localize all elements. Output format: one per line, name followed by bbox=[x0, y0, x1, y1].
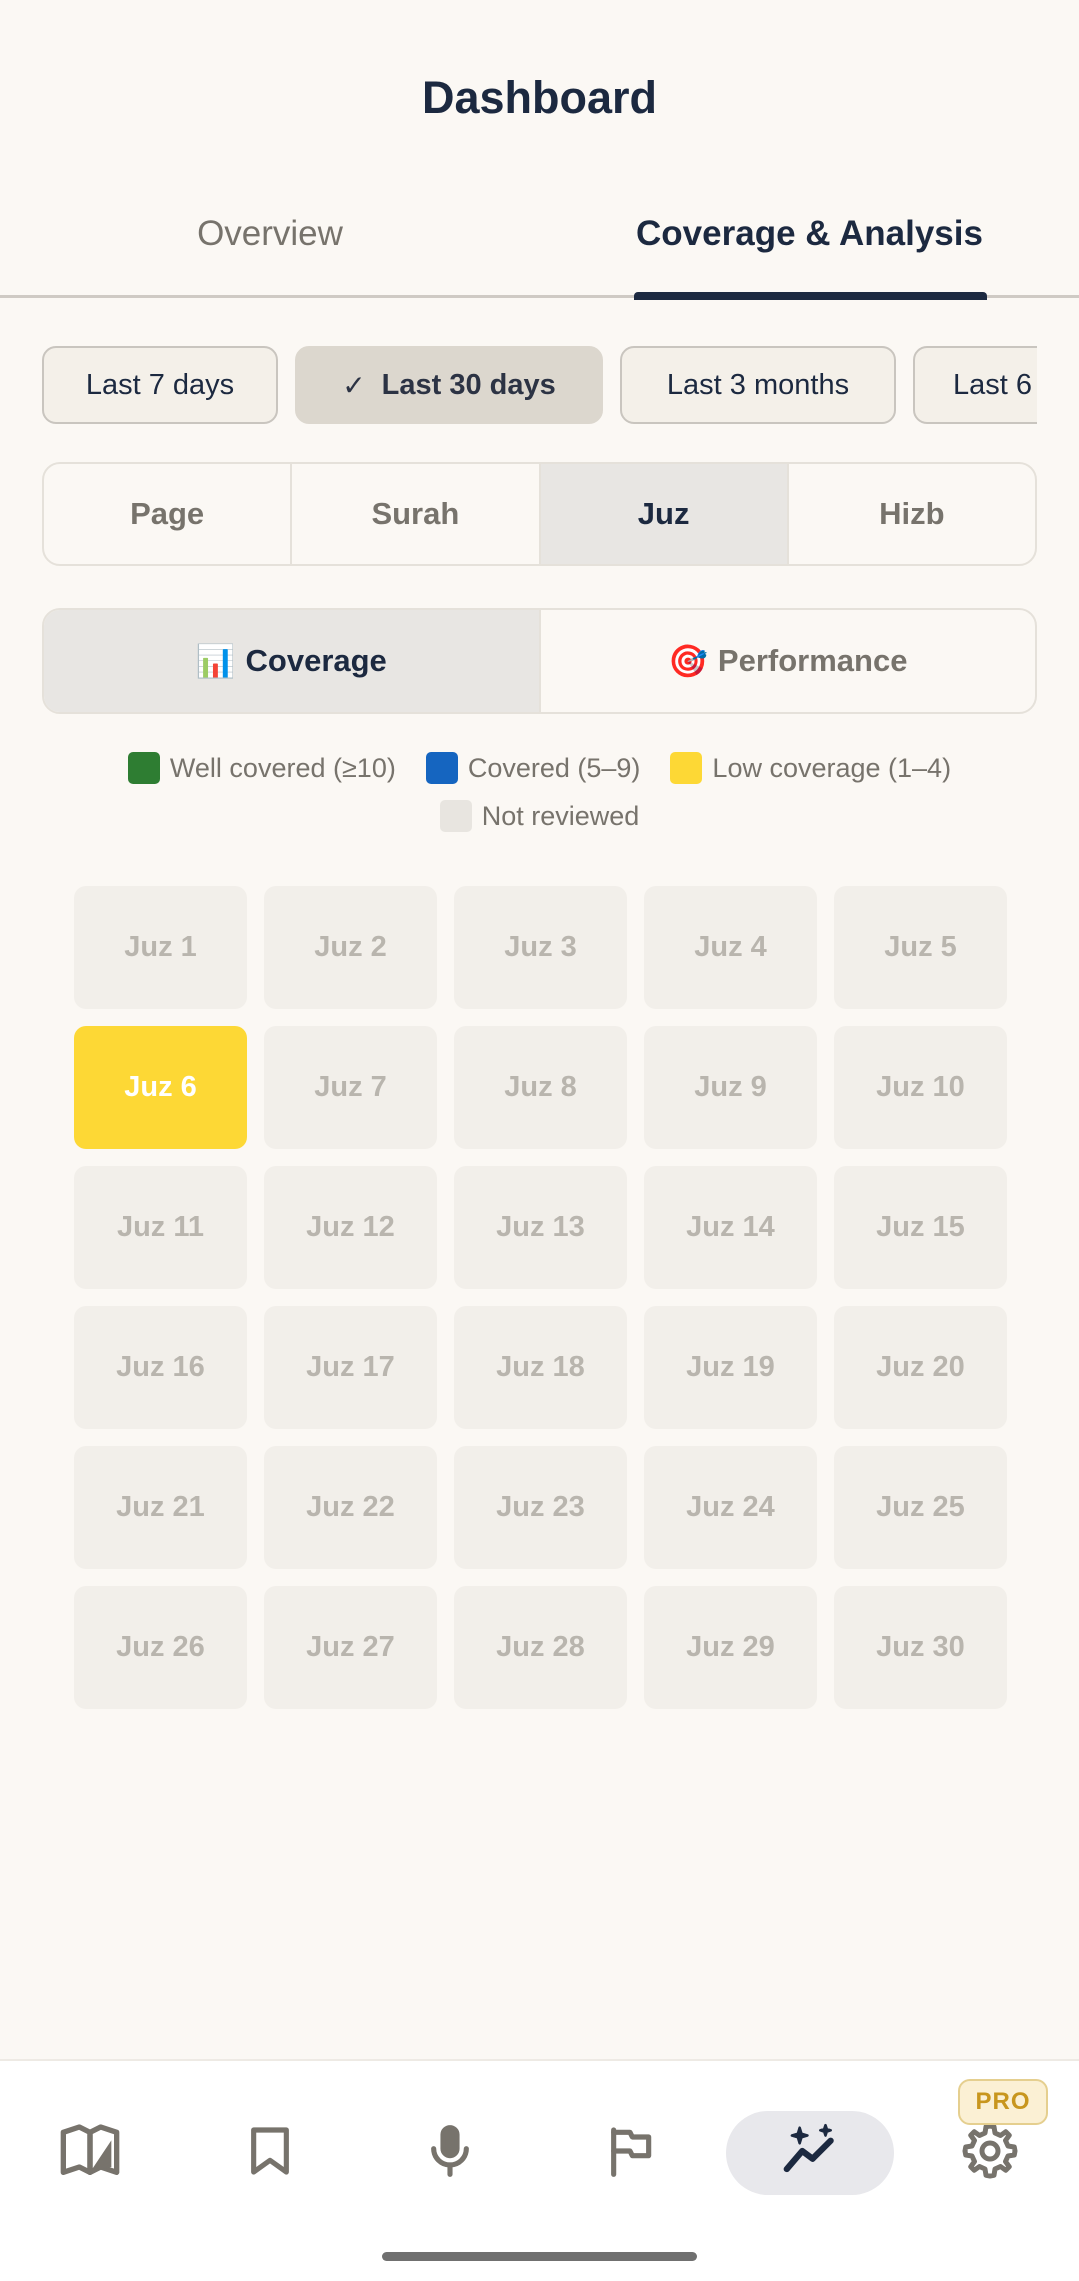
pro-badge: PRO bbox=[958, 2079, 1048, 2125]
unit-juz[interactable]: Juz bbox=[540, 464, 789, 564]
flag-icon bbox=[611, 2127, 652, 2177]
bookmark-icon bbox=[251, 2127, 289, 2175]
nav-read[interactable] bbox=[50, 2111, 130, 2191]
juz-cell[interactable]: Juz 17 bbox=[264, 1306, 437, 1429]
juz-cell[interactable]: Juz 29 bbox=[644, 1586, 817, 1709]
tab-overview[interactable]: Overview bbox=[0, 198, 540, 295]
juz-cell[interactable]: Juz 16 bbox=[74, 1306, 247, 1429]
legend-label: Covered (5–9) bbox=[467, 752, 641, 783]
legend-swatch-blue bbox=[425, 752, 458, 784]
period-chip-7-days[interactable]: Last 7 days bbox=[42, 346, 278, 424]
tab-coverage-analysis[interactable]: Coverage & Analysis bbox=[540, 198, 1079, 295]
juz-cell[interactable]: Juz 30 bbox=[834, 1586, 1007, 1709]
home-indicator bbox=[382, 2252, 697, 2261]
analytics-icon bbox=[783, 2123, 834, 2173]
juz-cell[interactable]: Juz 15 bbox=[834, 1166, 1007, 1289]
view-selector: 📊 Coverage 🎯 Performance bbox=[42, 608, 1037, 714]
legend-label: Low coverage (1–4) bbox=[712, 752, 952, 783]
juz-cell[interactable]: Juz 22 bbox=[264, 1446, 437, 1569]
view-coverage-label: Coverage bbox=[245, 643, 387, 678]
bottom-nav: PRO bbox=[0, 2059, 1079, 2281]
active-tab-indicator bbox=[634, 292, 987, 300]
juz-cell[interactable]: Juz 19 bbox=[644, 1306, 817, 1429]
juz-cell[interactable]: Juz 1 bbox=[74, 886, 247, 1009]
legend-covered: Covered (5–9) bbox=[425, 752, 641, 784]
juz-cell[interactable]: Juz 20 bbox=[834, 1306, 1007, 1429]
view-performance-label: Performance bbox=[717, 643, 908, 678]
juz-grid: Juz 1 Juz 2 Juz 3 Juz 4 Juz 5 Juz 6 Juz 7 Juz 8… bbox=[74, 886, 1007, 1709]
unit-selector: Page Surah Juz Hizb bbox=[42, 462, 1037, 566]
juz-cell[interactable]: Juz 27 bbox=[264, 1586, 437, 1709]
view-coverage[interactable]: 📊 Coverage bbox=[44, 610, 541, 712]
legend-low-coverage: Low coverage (1–4) bbox=[670, 752, 951, 784]
nav-bookmarks[interactable] bbox=[230, 2111, 310, 2191]
juz-cell[interactable]: Juz 3 bbox=[454, 886, 627, 1009]
book-icon bbox=[60, 2124, 120, 2175]
period-chip-label: Last 6 bbox=[953, 368, 1032, 401]
juz-cell[interactable]: Juz 8 bbox=[454, 1026, 627, 1149]
legend-label: Well covered (≥10) bbox=[169, 752, 396, 783]
period-chip-3-months[interactable]: Last 3 months bbox=[620, 346, 896, 424]
unit-page[interactable]: Page bbox=[44, 464, 293, 564]
gear-icon bbox=[962, 2123, 1018, 2179]
juz-cell[interactable]: Juz 24 bbox=[644, 1446, 817, 1569]
nav-goals[interactable] bbox=[590, 2111, 670, 2191]
juz-cell[interactable]: Juz 18 bbox=[454, 1306, 627, 1429]
period-chip-label: Last 7 days bbox=[85, 368, 235, 401]
juz-cell[interactable]: Juz 11 bbox=[74, 1166, 247, 1289]
unit-hizb[interactable]: Hizb bbox=[789, 464, 1035, 564]
juz-cell[interactable]: Juz 21 bbox=[74, 1446, 247, 1569]
page-title: Dashboard bbox=[421, 72, 658, 123]
period-filter: Last 7 days ✓ Last 30 days Last 3 months… bbox=[42, 346, 1037, 426]
nav-record[interactable] bbox=[410, 2111, 490, 2191]
legend-swatch-green bbox=[127, 752, 160, 784]
juz-cell[interactable]: Juz 28 bbox=[454, 1586, 627, 1709]
legend-label: Not reviewed bbox=[481, 800, 640, 831]
period-chip-6-months[interactable]: Last 6 bbox=[913, 346, 1037, 424]
juz-cell[interactable]: Juz 25 bbox=[834, 1446, 1007, 1569]
legend-not-reviewed: Not reviewed bbox=[439, 800, 640, 832]
juz-cell[interactable]: Juz 26 bbox=[74, 1586, 247, 1709]
period-chip-label: Last 30 days bbox=[381, 368, 556, 401]
view-performance[interactable]: 🎯 Performance bbox=[541, 610, 1036, 712]
period-chip-label: Last 3 months bbox=[666, 368, 850, 401]
unit-surah[interactable]: Surah bbox=[292, 464, 541, 564]
juz-cell[interactable]: Juz 6 bbox=[74, 1026, 247, 1149]
nav-dashboard[interactable] bbox=[770, 2111, 850, 2191]
juz-cell[interactable]: Juz 13 bbox=[454, 1166, 627, 1289]
bar-chart-icon: 📊 bbox=[195, 643, 236, 679]
coverage-legend: Well covered (≥10) Covered (5–9) Low cov… bbox=[0, 752, 1079, 832]
juz-cell[interactable]: Juz 7 bbox=[264, 1026, 437, 1149]
juz-cell[interactable]: Juz 23 bbox=[454, 1446, 627, 1569]
legend-swatch-gray bbox=[439, 800, 472, 832]
legend-well-covered: Well covered (≥10) bbox=[127, 752, 396, 784]
checkmark-icon: ✓ bbox=[342, 369, 366, 401]
target-icon: 🎯 bbox=[668, 643, 708, 679]
juz-cell[interactable]: Juz 12 bbox=[264, 1166, 437, 1289]
period-chip-30-days[interactable]: ✓ Last 30 days bbox=[295, 346, 603, 424]
juz-cell[interactable]: Juz 9 bbox=[644, 1026, 817, 1149]
juz-cell[interactable]: Juz 14 bbox=[644, 1166, 817, 1289]
dashboard-screen: Dashboard Overview Coverage & Analysis L… bbox=[0, 0, 1079, 2281]
juz-cell[interactable]: Juz 5 bbox=[834, 886, 1007, 1009]
juz-cell[interactable]: Juz 4 bbox=[644, 886, 817, 1009]
microphone-icon bbox=[431, 2125, 469, 2177]
juz-cell[interactable]: Juz 10 bbox=[834, 1026, 1007, 1149]
juz-cell[interactable]: Juz 2 bbox=[264, 886, 437, 1009]
legend-swatch-yellow bbox=[670, 752, 703, 784]
tab-bar: Overview Coverage & Analysis bbox=[0, 198, 1079, 298]
